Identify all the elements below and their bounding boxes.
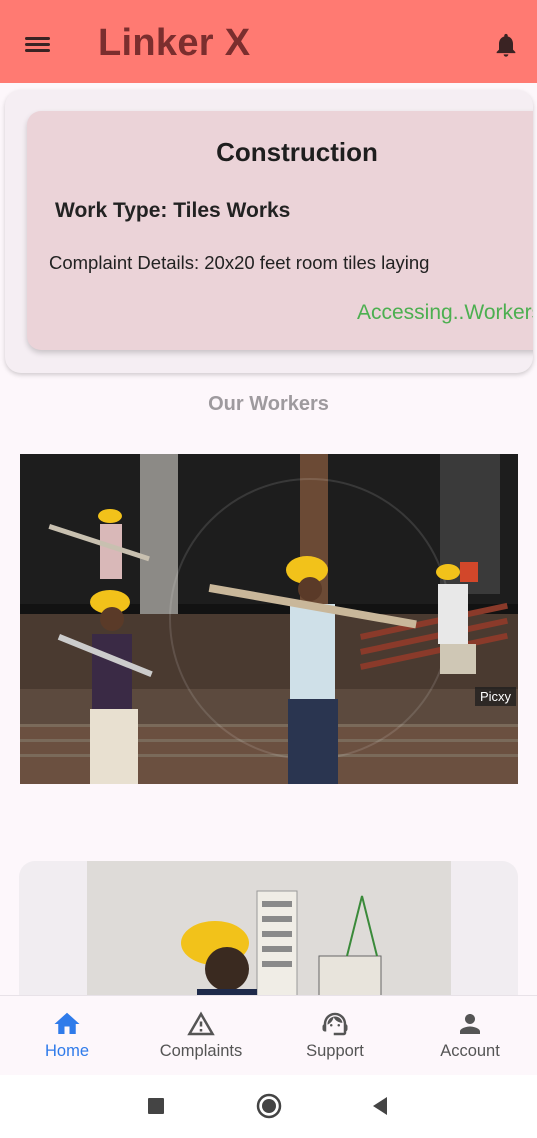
nav-label-complaints: Complaints (159, 1042, 243, 1060)
nav-item-home[interactable]: Home (0, 996, 134, 1074)
back-icon[interactable] (370, 1096, 390, 1116)
warning-icon (187, 1011, 215, 1036)
system-nav-bar (0, 1075, 537, 1138)
nav-label-account: Account (440, 1042, 500, 1060)
status-text: Accessing..Workers (357, 301, 533, 324)
app-title: Linker X (98, 22, 251, 64)
support-agent-icon (322, 1012, 348, 1036)
complaint-card[interactable]: Construction Work Type: Tiles Works Comp… (5, 90, 533, 373)
image-watermark: Picxy (474, 687, 516, 706)
section-title-workers: Our Workers (208, 393, 329, 415)
nav-label-support: Support (306, 1042, 364, 1060)
complaint-details: Complaint Details: 20x20 feet room tiles… (49, 252, 430, 273)
nav-item-complaints[interactable]: Complaints (134, 996, 268, 1074)
menu-icon[interactable] (22, 33, 52, 55)
complaint-title: Construction (216, 137, 378, 167)
work-type: Work Type: Tiles Works (55, 199, 291, 222)
person-icon (460, 1014, 480, 1034)
bell-icon[interactable] (492, 30, 520, 60)
app-bar: Linker X (0, 0, 537, 83)
bottom-navigation: Home Complaints Support Account (0, 995, 537, 1074)
nav-item-account[interactable]: Account (403, 996, 537, 1074)
workers-image[interactable]: Picxy (20, 454, 518, 784)
complaint-card-inner: Construction Work Type: Tiles Works Comp… (27, 111, 533, 350)
nav-label-home: Home (44, 1042, 89, 1060)
recents-icon[interactable] (147, 1097, 165, 1115)
nav-item-support[interactable]: Support (268, 996, 402, 1074)
home-icon (54, 1012, 80, 1034)
home-circle-icon[interactable] (256, 1093, 282, 1119)
